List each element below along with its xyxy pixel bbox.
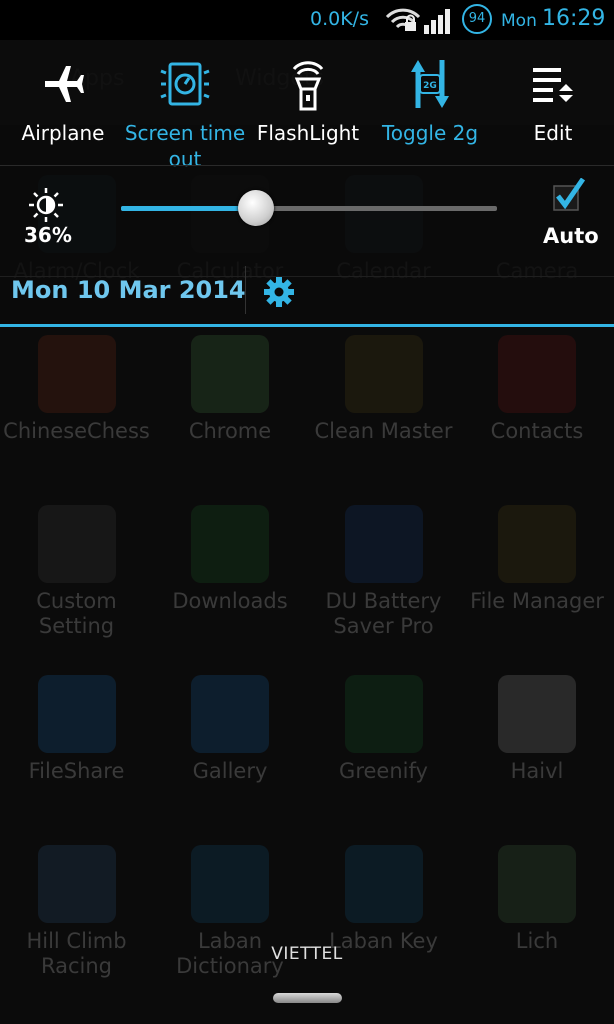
app-label: Custom Setting xyxy=(36,589,117,638)
date-label[interactable]: Mon 10 Mar 2014 xyxy=(11,276,246,304)
brightness-icon xyxy=(28,187,64,227)
app-label: DU Battery Saver Pro xyxy=(325,589,442,638)
app-item[interactable]: Chrome xyxy=(154,335,307,444)
app-icon xyxy=(37,505,116,583)
flashlight-icon xyxy=(247,48,369,120)
app-icon xyxy=(191,505,269,583)
settings-button[interactable] xyxy=(263,276,295,312)
app-item[interactable]: DU Battery Saver Pro xyxy=(307,505,460,639)
toggle-label: Airplane xyxy=(21,121,105,145)
toggle-label: Toggle 2g xyxy=(381,121,479,145)
toggle-edit[interactable]: Edit xyxy=(492,48,614,146)
status-day: Mon xyxy=(501,11,537,31)
gear-icon xyxy=(264,277,294,307)
app-label: Contacts xyxy=(490,419,584,443)
shade-bottom-line xyxy=(0,324,614,327)
status-time: 16:29 xyxy=(542,6,606,31)
toggle-flashlight[interactable]: FlashLight xyxy=(247,48,369,146)
network-speed: 0.0K/s xyxy=(310,8,369,30)
app-label: Haivl xyxy=(510,759,564,783)
airplane-icon xyxy=(2,48,124,120)
app-label: File Manager xyxy=(470,589,604,613)
app-icon xyxy=(344,845,423,923)
app-label: Gallery xyxy=(192,759,268,783)
app-label: FileShare xyxy=(28,759,125,783)
toggle-2g[interactable]: 2G Toggle 2g xyxy=(369,48,491,146)
app-item[interactable]: Custom Setting xyxy=(0,505,153,639)
app-item[interactable]: Laban Key xyxy=(307,845,460,954)
app-item[interactable]: File Manager xyxy=(461,505,614,614)
app-icon xyxy=(344,505,423,583)
app-icon xyxy=(344,675,423,753)
app-label: Chrome xyxy=(188,419,272,443)
app-icon xyxy=(191,675,269,753)
app-item[interactable]: Downloads xyxy=(154,505,307,614)
shade-drag-handle[interactable] xyxy=(273,993,342,1003)
app-item[interactable]: Gallery xyxy=(154,675,307,784)
app-label: Clean Master xyxy=(314,419,453,443)
app-icon xyxy=(191,845,269,923)
app-icon xyxy=(498,845,576,923)
app-item[interactable]: ChineseChess xyxy=(0,335,153,444)
toggle-airplane[interactable]: Airplane xyxy=(2,48,124,146)
edit-icon xyxy=(492,48,614,120)
brightness-slider-fill xyxy=(121,206,256,211)
app-item[interactable]: Clean Master xyxy=(307,335,460,444)
toggle-label: FlashLight xyxy=(256,121,360,145)
app-icon xyxy=(344,335,423,413)
wifi-icon xyxy=(385,5,421,37)
notification-shade: Airplane Screen time out FlashLight 2G T… xyxy=(0,40,614,325)
svg-text:2G: 2G xyxy=(423,81,437,91)
app-label: Greenify xyxy=(339,759,428,783)
date-row: Mon 10 Mar 2014 xyxy=(0,236,614,324)
status-bar: 0.0K/s 94 Mon 16:29 xyxy=(0,0,614,40)
brightness-slider[interactable] xyxy=(121,190,497,226)
carrier-label: VIETTEL xyxy=(271,944,343,964)
app-icon xyxy=(37,845,116,923)
screen-timeout-icon xyxy=(124,48,246,120)
divider xyxy=(245,266,246,314)
signal-icon xyxy=(423,7,455,39)
brightness-slider-thumb[interactable] xyxy=(238,190,274,226)
divider xyxy=(0,165,614,166)
app-icon xyxy=(498,505,576,583)
app-item[interactable]: Greenify xyxy=(307,675,460,784)
toggle-screen-timeout[interactable]: Screen time out xyxy=(124,48,246,172)
app-item[interactable]: Lich xyxy=(461,845,614,954)
app-item[interactable]: FileShare xyxy=(0,675,153,784)
app-icon xyxy=(498,335,576,413)
app-item[interactable]: Contacts xyxy=(461,335,614,444)
battery-icon: 94 xyxy=(462,4,492,34)
toggle-label: Edit xyxy=(533,121,573,145)
toggle-2g-icon: 2G xyxy=(369,48,491,120)
app-icon xyxy=(191,335,269,413)
app-icon xyxy=(498,675,576,753)
app-icon xyxy=(37,675,116,753)
app-icon xyxy=(37,335,116,413)
app-item[interactable]: Haivl xyxy=(461,675,614,784)
auto-brightness-checkbox[interactable] xyxy=(553,177,586,212)
app-label: Downloads xyxy=(172,589,288,613)
app-label: ChineseChess xyxy=(3,419,150,443)
